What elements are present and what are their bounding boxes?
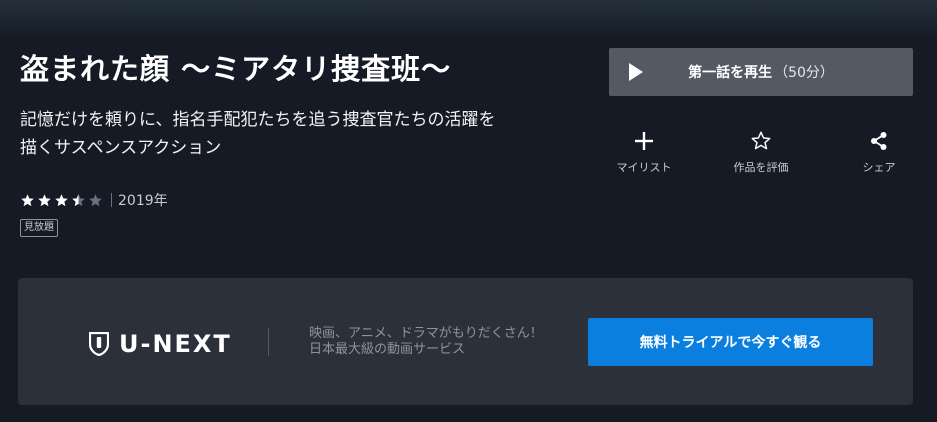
unlimited-badge: 見放題 xyxy=(20,219,58,237)
promo-line-1: 映画、アニメ、ドラマがもりだくさん！ xyxy=(309,326,543,341)
star-half-icon xyxy=(72,193,85,206)
star-filled-icon xyxy=(55,193,68,206)
promo-panel: U-NEXT 映画、アニメ、ドラマがもりだくさん！ 日本最大級の動画サービス 無… xyxy=(18,278,913,405)
my-list-button[interactable]: マイリスト xyxy=(594,130,694,175)
rate-label: 作品を評価 xyxy=(733,161,789,174)
share-label: シェア xyxy=(862,161,896,174)
play-button-label: 第一話を再生 xyxy=(688,65,773,81)
description: 記憶だけを頼りに、指名手配犯たちを追う捜査官たちの活躍を描くサスペンスアクション xyxy=(20,110,496,158)
rating-row: 2019年 xyxy=(20,191,168,209)
star-outline-icon xyxy=(751,131,771,150)
shield-logo-icon xyxy=(89,332,109,356)
release-year: 2019年 xyxy=(118,193,168,209)
free-trial-button[interactable]: 無料トライアルで今すぐ観る xyxy=(588,318,873,366)
rate-title-button[interactable]: 作品を評価 xyxy=(711,130,811,175)
promo-line-2: 日本最大級の動画サービス xyxy=(309,342,466,357)
promo-copy: 映画、アニメ、ドラマがもりだくさん！ 日本最大級の動画サービス xyxy=(309,326,543,358)
divider xyxy=(111,193,112,207)
share-icon xyxy=(871,132,887,150)
share-button[interactable]: シェア xyxy=(829,130,929,175)
plus-icon xyxy=(635,132,653,150)
hero-backdrop xyxy=(0,0,937,40)
page-title: 盗まれた顔 〜ミアタリ捜査班〜 xyxy=(20,52,452,86)
episode-duration: （50分） xyxy=(774,65,834,81)
star-empty-icon xyxy=(89,193,102,206)
my-list-label: マイリスト xyxy=(616,161,672,174)
logo-text: U-NEXT xyxy=(119,330,232,358)
star-filled-icon xyxy=(21,193,34,206)
unext-logo: U-NEXT xyxy=(89,330,232,358)
star-filled-icon xyxy=(38,193,51,206)
vertical-divider xyxy=(268,328,269,356)
play-icon xyxy=(629,63,643,81)
star-rating xyxy=(20,193,105,208)
play-first-episode-button[interactable]: 第一話を再生 （50分） xyxy=(609,48,913,96)
